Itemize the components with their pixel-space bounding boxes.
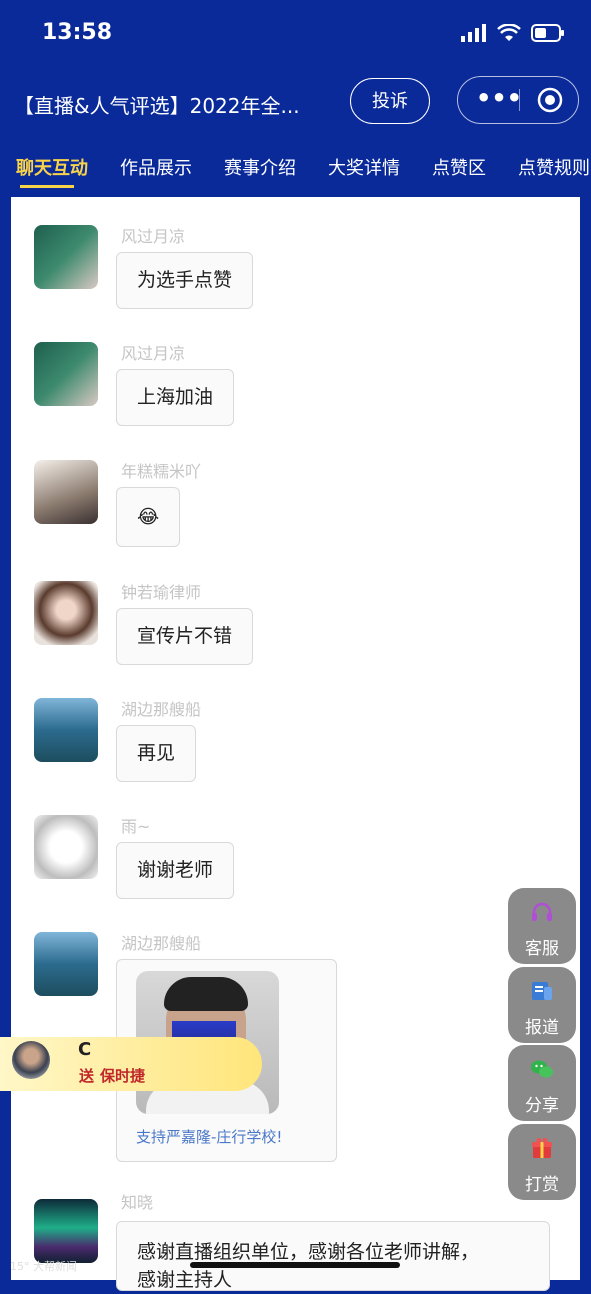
tab-bar: 聊天互动 作品展示 赛事介绍 大奖详情 点赞区 点赞规则 <box>0 148 591 196</box>
message-bubble: 上海加油 <box>116 369 235 426</box>
gift-verb: 送 <box>79 1067 95 1085</box>
message-bubble: 为选手点赞 <box>116 252 254 309</box>
gift-sender: C <box>78 1039 92 1060</box>
float-label: 报道 <box>525 1018 559 1038</box>
signal-icon <box>461 24 486 42</box>
status-bar: 13:58 <box>0 0 591 70</box>
message-bubble: 谢谢老师 <box>116 842 235 899</box>
card-caption: 支持严嘉隆-庄行学校! <box>136 1128 283 1146</box>
more-icon[interactable]: ••• <box>476 77 522 123</box>
message-bubble: 😂 <box>116 487 181 547</box>
battery-icon <box>531 24 564 42</box>
float-label: 分享 <box>525 1096 559 1116</box>
tab-prize[interactable]: 大奖详情 <box>328 148 400 196</box>
tab-rules[interactable]: 点赞规则 <box>518 148 590 196</box>
report-icon <box>532 982 552 1000</box>
message-bubble: 宣传片不错 <box>116 608 254 665</box>
message-username: 知晓 <box>121 1193 154 1212</box>
active-tab-indicator <box>20 185 74 188</box>
page-title: 【直播&人气评选】2022年全... <box>14 94 300 118</box>
float-label: 客服 <box>525 939 559 959</box>
avatar[interactable] <box>34 225 98 289</box>
complain-button[interactable]: 投诉 <box>350 78 430 124</box>
message-username: 湖边那艘船 <box>121 700 202 719</box>
wifi-icon <box>497 24 521 41</box>
avatar <box>12 1041 50 1079</box>
float-label: 打赏 <box>525 1175 559 1195</box>
customer-service-button[interactable]: 客服 <box>508 888 576 964</box>
avatar[interactable] <box>34 581 98 645</box>
tab-likes[interactable]: 点赞区 <box>432 148 486 196</box>
status-time: 13:58 <box>42 20 113 45</box>
message-username: 风过月凉 <box>121 227 186 246</box>
avatar[interactable] <box>34 342 98 406</box>
message-username: 雨~ <box>121 817 151 836</box>
headset-icon <box>532 902 552 921</box>
avatar[interactable] <box>34 815 98 879</box>
gift-item: 保时捷 <box>100 1067 146 1085</box>
status-icons <box>461 24 565 42</box>
message-username: 钟若瑜律师 <box>121 583 202 602</box>
avatar[interactable] <box>34 932 98 996</box>
capsule-divider <box>519 89 520 111</box>
watermark: 15° 大帮新闻 <box>10 1260 77 1273</box>
miniprogram-capsule: ••• <box>457 76 579 124</box>
gift-notification: C 送 保时捷 <box>0 1037 262 1091</box>
avatar[interactable] <box>34 1199 98 1263</box>
home-indicator[interactable] <box>190 1262 400 1268</box>
message-text-line2: 感谢主持人 <box>137 1269 233 1291</box>
avatar[interactable] <box>34 460 98 524</box>
report-button[interactable]: 报道 <box>508 967 576 1043</box>
tab-works[interactable]: 作品展示 <box>120 148 192 196</box>
chat-panel[interactable]: 风过月凉 为选手点赞 风过月凉 上海加油 年糕糯米吖 😂 钟若瑜律师 宣传片不错… <box>11 197 580 1291</box>
message-bubble: 再见 <box>116 725 197 782</box>
share-button[interactable]: 分享 <box>508 1045 576 1121</box>
avatar[interactable] <box>34 698 98 762</box>
wechat-icon <box>531 1060 553 1078</box>
message-username: 年糕糯米吖 <box>121 462 202 481</box>
tab-event-intro[interactable]: 赛事介绍 <box>224 148 296 196</box>
message-bubble: 感谢直播组织单位，感谢各位老师讲解， 感谢主持人 <box>116 1221 550 1291</box>
gift-icon <box>532 1138 552 1158</box>
tab-chat[interactable]: 聊天互动 <box>16 148 88 196</box>
person-hair <box>164 977 248 1011</box>
close-miniprogram-icon[interactable] <box>537 87 563 113</box>
message-username: 湖边那艘船 <box>121 934 202 953</box>
message-username: 风过月凉 <box>121 344 186 363</box>
reward-button[interactable]: 打赏 <box>508 1124 576 1200</box>
